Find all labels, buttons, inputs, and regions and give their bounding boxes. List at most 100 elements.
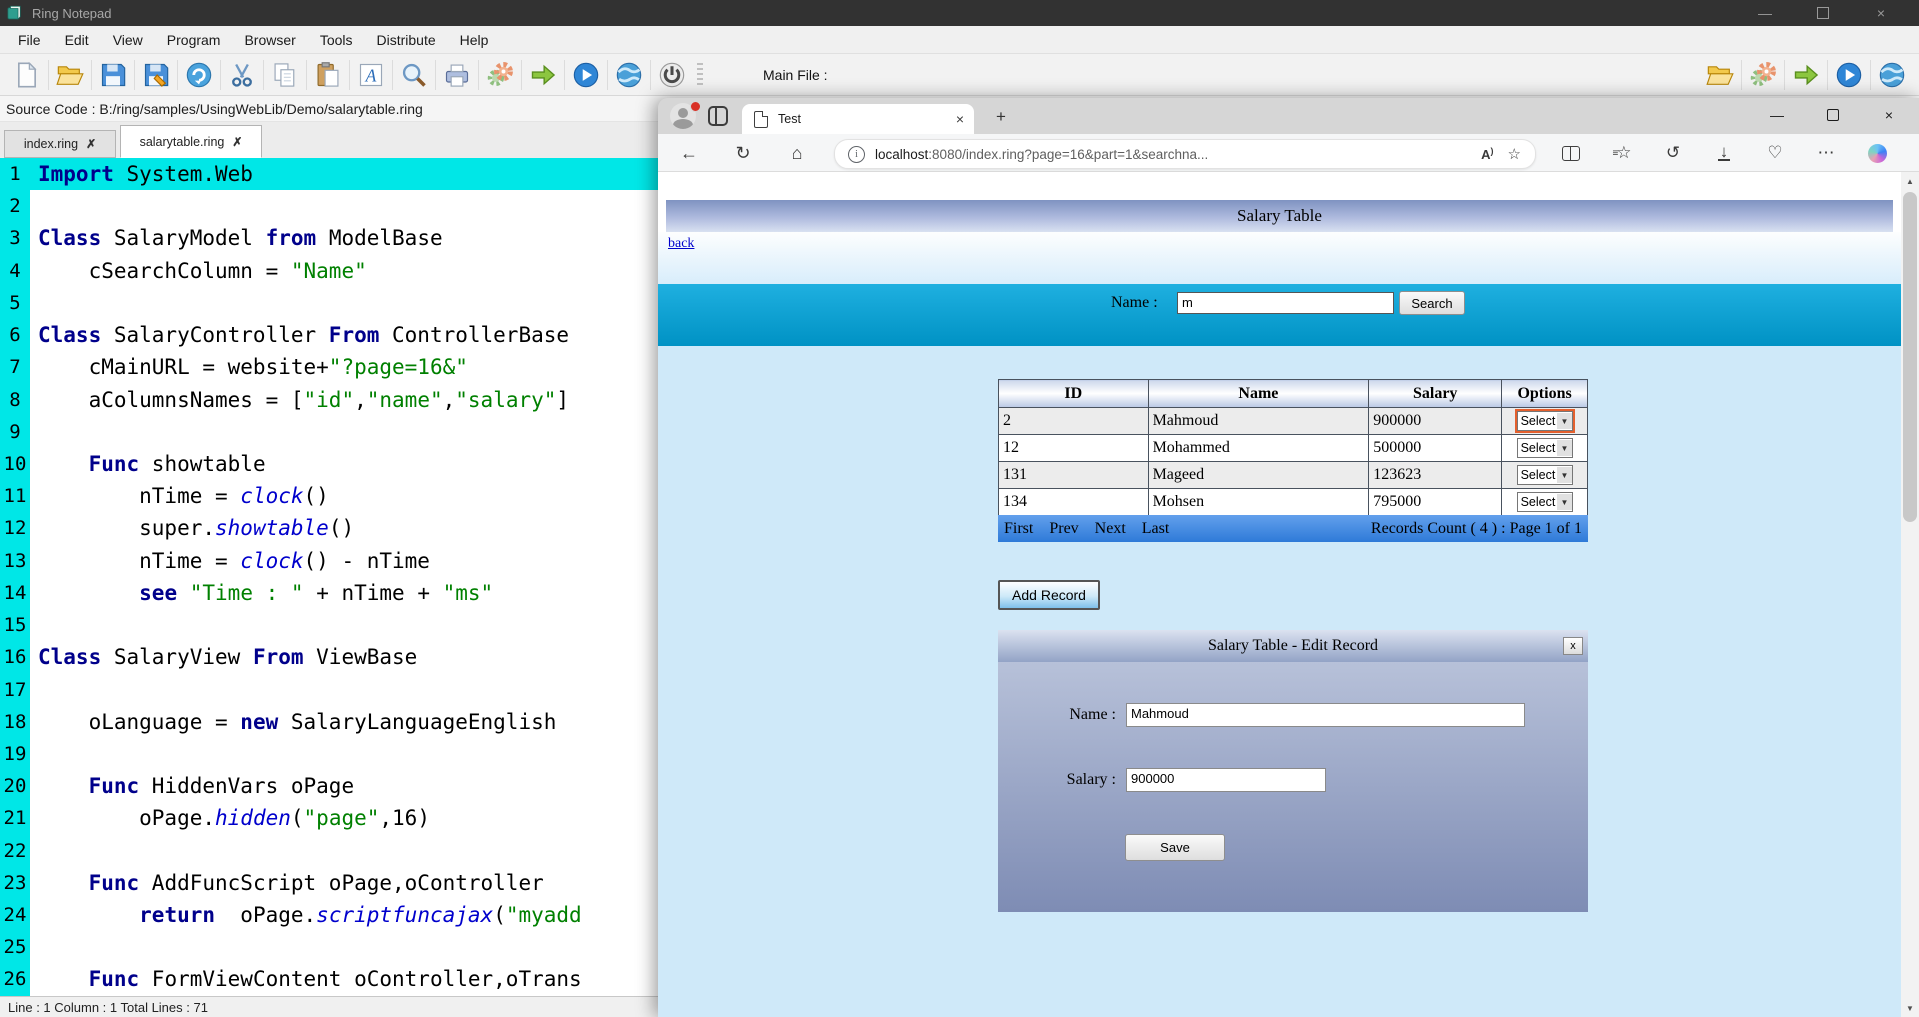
copy-icon[interactable] bbox=[271, 61, 299, 89]
line-number: 18 bbox=[0, 705, 30, 738]
menu-help[interactable]: Help bbox=[448, 26, 501, 53]
tab-title: Test bbox=[778, 112, 801, 126]
pagination-link-first[interactable]: First bbox=[1004, 520, 1033, 538]
run-arrow-icon[interactable] bbox=[529, 61, 557, 89]
page-scrollbar[interactable]: ▲ ▼ bbox=[1901, 172, 1919, 1017]
reload-icon[interactable]: ↻ bbox=[726, 136, 760, 170]
save-button[interactable]: Save bbox=[1125, 834, 1225, 861]
editor-tab-close-icon[interactable]: ✗ bbox=[232, 135, 242, 149]
back-link[interactable]: back bbox=[668, 236, 694, 252]
play-icon[interactable] bbox=[1835, 61, 1863, 89]
toolbar-separator bbox=[263, 59, 264, 90]
favorite-star-icon[interactable]: ☆ bbox=[1508, 145, 1521, 163]
options-select[interactable]: Select ▼ bbox=[1516, 465, 1573, 485]
browser-maximize-button[interactable] bbox=[1810, 98, 1856, 131]
menu-distribute[interactable]: Distribute bbox=[365, 26, 448, 53]
history-icon[interactable]: ↺ bbox=[1656, 136, 1690, 170]
url-text[interactable]: localhost:8080/index.ring?page=16&part=1… bbox=[875, 147, 1481, 162]
line-number: 14 bbox=[0, 576, 30, 610]
search-button[interactable]: Search bbox=[1399, 291, 1465, 315]
back-arrow-icon[interactable]: ← bbox=[672, 136, 706, 170]
save-icon[interactable] bbox=[99, 61, 127, 89]
read-aloud-icon[interactable]: A) bbox=[1481, 146, 1493, 162]
options-select[interactable]: Select ▼ bbox=[1516, 438, 1573, 458]
new-tab-button[interactable]: + bbox=[990, 106, 1012, 128]
tab-close-icon[interactable]: × bbox=[956, 111, 964, 127]
cell-salary: 900000 bbox=[1368, 407, 1503, 435]
menu-tools[interactable]: Tools bbox=[308, 26, 365, 53]
run-arrow-icon[interactable] bbox=[1792, 61, 1820, 89]
options-select[interactable]: Select ▼ bbox=[1516, 492, 1573, 512]
line-number: 20 bbox=[0, 770, 30, 803]
settings-gear-icon[interactable] bbox=[486, 61, 514, 89]
browser-tabstrip: Test × + — × bbox=[658, 98, 1919, 134]
split-screen-icon[interactable] bbox=[1554, 136, 1588, 170]
save-as-icon[interactable] bbox=[142, 61, 170, 89]
power-icon[interactable] bbox=[658, 61, 686, 89]
site-info-icon[interactable]: i bbox=[848, 145, 865, 163]
copilot-icon[interactable] bbox=[1860, 136, 1894, 170]
line-number: 26 bbox=[0, 963, 30, 996]
edit-salary-input[interactable]: 900000 bbox=[1126, 768, 1326, 792]
toolbar-separator bbox=[48, 59, 49, 90]
address-bar[interactable]: i localhost:8080/index.ring?page=16&part… bbox=[834, 139, 1536, 169]
options-select[interactable]: Select ▼ bbox=[1514, 409, 1575, 433]
scrollbar-thumb[interactable] bbox=[1903, 192, 1917, 522]
search-band: Name : m Search bbox=[658, 284, 1901, 346]
browser-close-button[interactable]: × bbox=[1866, 98, 1912, 131]
web-globe-icon[interactable] bbox=[1878, 61, 1906, 89]
menu-file[interactable]: File bbox=[6, 26, 53, 53]
editor-tab-close-icon[interactable]: ✗ bbox=[86, 137, 96, 151]
play-icon[interactable] bbox=[572, 61, 600, 89]
edit-name-input[interactable]: Mahmoud bbox=[1126, 703, 1525, 727]
workspaces-icon[interactable] bbox=[708, 106, 728, 126]
menu-view[interactable]: View bbox=[101, 26, 155, 53]
notepad-minimize-button[interactable]: — bbox=[1740, 0, 1790, 26]
home-icon[interactable]: ⌂ bbox=[780, 136, 814, 170]
edit-panel-close-button[interactable]: x bbox=[1563, 637, 1583, 655]
menu-browser[interactable]: Browser bbox=[232, 26, 307, 53]
menu-program[interactable]: Program bbox=[155, 26, 233, 53]
menu-edit[interactable]: Edit bbox=[53, 26, 101, 53]
cell-id: 134 bbox=[998, 488, 1149, 516]
pagination-link-prev[interactable]: Prev bbox=[1049, 520, 1078, 538]
print-icon[interactable] bbox=[443, 61, 471, 89]
cut-icon[interactable] bbox=[228, 61, 256, 89]
line-number: 15 bbox=[0, 609, 30, 642]
editor-tab-salarytable.ring[interactable]: salarytable.ring ✗ bbox=[120, 125, 262, 158]
scroll-down-icon[interactable]: ▼ bbox=[1901, 999, 1919, 1017]
paste-icon[interactable] bbox=[314, 61, 342, 89]
notepad-maximize-button[interactable] bbox=[1798, 0, 1848, 26]
edit-record-panel: Salary Table - Edit Record x Name : Mahm… bbox=[998, 630, 1588, 912]
line-number: 23 bbox=[0, 866, 30, 900]
salary-table: ID Name Salary Options 2 Mahmoud 900000 Select… bbox=[998, 379, 1588, 516]
toolbar-separator bbox=[134, 59, 135, 90]
settings-gear-icon[interactable] bbox=[1749, 61, 1777, 89]
add-record-button[interactable]: Add Record bbox=[998, 580, 1100, 610]
edit-name-label: Name : bbox=[1069, 706, 1116, 723]
line-number: 6 bbox=[0, 319, 30, 352]
browser-essentials-icon[interactable]: ♡ bbox=[1758, 136, 1792, 170]
line-number: 16 bbox=[0, 641, 30, 674]
pagination-link-next[interactable]: Next bbox=[1095, 520, 1126, 538]
web-globe-icon[interactable] bbox=[615, 61, 643, 89]
browser-tab[interactable]: Test × bbox=[742, 104, 974, 134]
favorites-icon[interactable]: ≡ ☆ bbox=[1605, 136, 1639, 170]
pagination-link-last[interactable]: Last bbox=[1142, 520, 1170, 538]
column-header-name: Name bbox=[1147, 379, 1370, 408]
more-options-icon[interactable]: ⋯ bbox=[1809, 136, 1843, 170]
search-input[interactable]: m bbox=[1177, 292, 1394, 314]
select-arrow-icon: ▼ bbox=[1557, 440, 1572, 456]
editor-tab-index.ring[interactable]: index.ring ✗ bbox=[4, 130, 116, 158]
notepad-close-button[interactable]: × bbox=[1856, 0, 1906, 26]
cell-id: 131 bbox=[998, 461, 1149, 489]
new-file-icon[interactable] bbox=[13, 61, 41, 89]
scroll-up-icon[interactable]: ▲ bbox=[1901, 172, 1919, 190]
font-icon[interactable]: A bbox=[357, 61, 385, 89]
browser-minimize-button[interactable]: — bbox=[1754, 98, 1800, 131]
open-folder-icon[interactable] bbox=[56, 61, 84, 89]
open-folder-icon[interactable] bbox=[1706, 61, 1734, 89]
reload-icon[interactable] bbox=[185, 61, 213, 89]
downloads-icon[interactable]: ↓ bbox=[1707, 136, 1741, 170]
find-icon[interactable] bbox=[400, 61, 428, 89]
